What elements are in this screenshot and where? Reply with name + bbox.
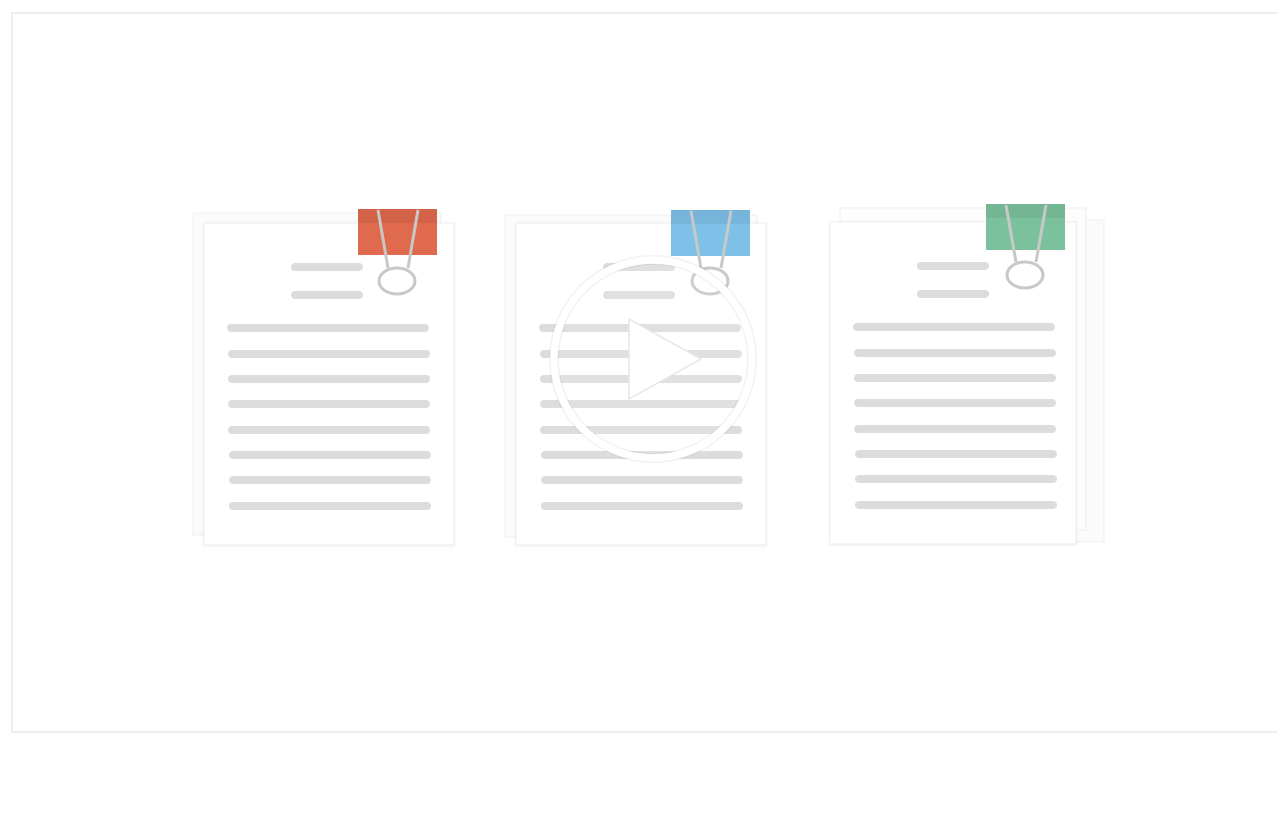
paper-sheet: [829, 221, 1077, 545]
play-button[interactable]: [549, 255, 757, 463]
paper-sheet: [203, 222, 455, 546]
document-red: [192, 209, 455, 546]
document-green: [829, 204, 1105, 545]
play-icon: [549, 255, 757, 463]
